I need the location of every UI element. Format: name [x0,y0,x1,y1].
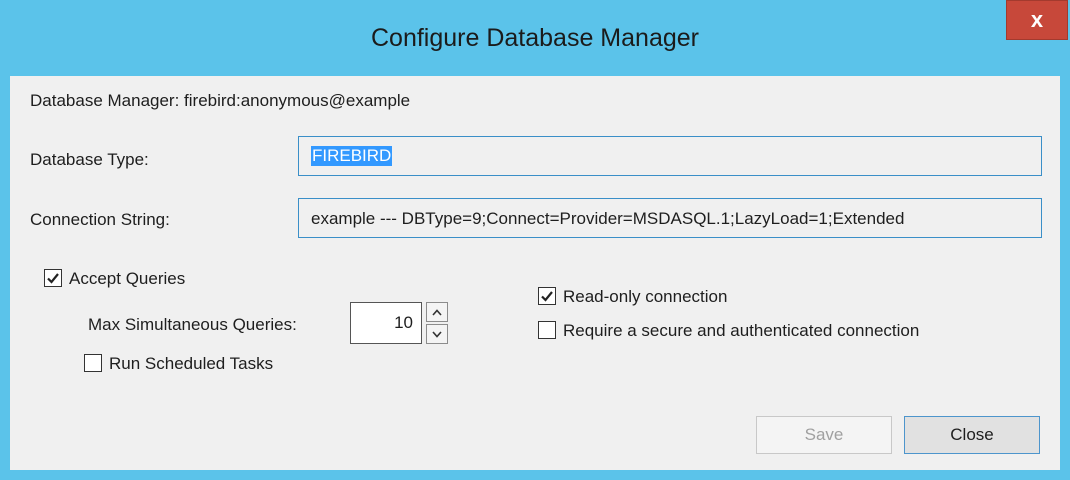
read-only-connection-checkbox[interactable] [538,287,556,305]
database-type-value: FIREBIRD [311,146,393,166]
max-simultaneous-queries-input[interactable]: 10 [350,302,422,344]
spinner-down-button[interactable] [426,324,448,344]
title-bar: Configure Database Manager x [0,0,1070,76]
chevron-down-icon [432,330,442,338]
secure-connection-checkbox[interactable] [538,321,556,339]
accept-queries-checkbox[interactable] [44,269,62,287]
close-icon: x [1030,7,1044,32]
connection-string-label: Connection String: [30,210,170,229]
database-type-label: Database Type: [30,150,149,169]
window-close-button[interactable]: x [1006,0,1068,40]
database-manager-label: Database Manager: firebird:anonymous@exa… [30,91,411,110]
secure-connection-label[interactable]: Require a secure and authenticated conne… [563,321,919,341]
connection-string-field[interactable]: example --- DBType=9;Connect=Provider=MS… [298,198,1042,238]
max-simultaneous-queries-value: 10 [394,313,413,332]
database-type-field[interactable]: FIREBIRD [298,136,1042,176]
run-scheduled-tasks-label[interactable]: Run Scheduled Tasks [109,354,273,374]
run-scheduled-tasks-checkbox[interactable] [84,354,102,372]
checkmark-icon [541,291,553,302]
checkmark-icon [47,273,59,284]
spinner-up-button[interactable] [426,302,448,322]
save-button[interactable]: Save [756,416,892,454]
accept-queries-label[interactable]: Accept Queries [69,269,185,289]
close-button[interactable]: Close [904,416,1040,454]
max-simultaneous-queries-label: Max Simultaneous Queries: [88,315,297,334]
connection-string-value: example --- DBType=9;Connect=Provider=MS… [311,209,905,228]
window-title: Configure Database Manager [371,24,699,52]
read-only-connection-label[interactable]: Read-only connection [563,287,727,307]
dialog-body: Database Manager: firebird:anonymous@exa… [10,76,1060,470]
chevron-up-icon [432,308,442,316]
